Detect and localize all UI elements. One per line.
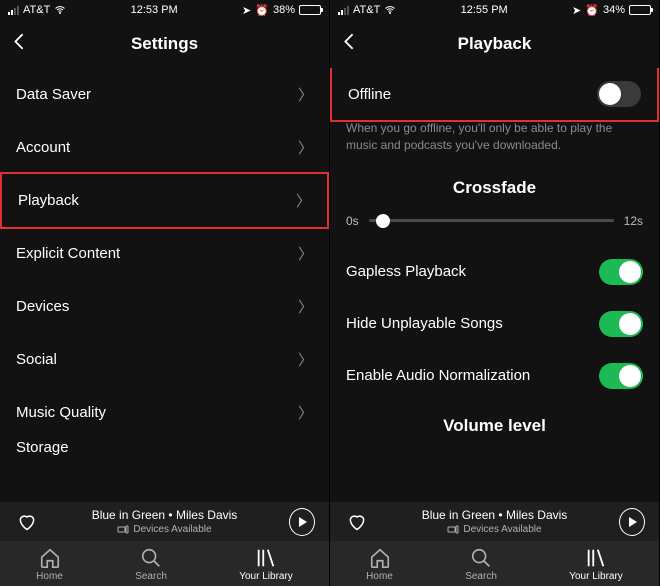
location-icon: ➤ — [572, 4, 581, 17]
offline-help: When you go offline, you'll only be able… — [330, 120, 659, 166]
phone-settings: AT&T 12:53 PM ➤ ⏰ 38% Settings Data Save… — [0, 0, 330, 586]
row-account[interactable]: Account 〉 — [0, 121, 329, 174]
hide-unplayable-toggle[interactable] — [599, 311, 643, 337]
crossfade-slider[interactable] — [369, 219, 614, 222]
now-playing-title: Blue in Green • Miles Davis — [370, 508, 619, 522]
row-explicit-content[interactable]: Explicit Content 〉 — [0, 227, 329, 280]
wifi-icon — [54, 4, 66, 16]
slider-thumb[interactable] — [376, 214, 390, 228]
row-devices[interactable]: Devices 〉 — [0, 280, 329, 333]
page-title: Settings — [131, 34, 198, 54]
status-bar: AT&T 12:53 PM ➤ ⏰ 38% — [0, 0, 329, 20]
now-playing-title: Blue in Green • Miles Davis — [40, 508, 289, 522]
devices-icon — [117, 525, 129, 535]
battery-pct: 34% — [603, 4, 625, 16]
tab-bar: Home Search Your Library — [330, 541, 659, 586]
library-icon — [585, 547, 607, 569]
header: Settings — [0, 20, 329, 68]
page-title: Playback — [458, 34, 532, 54]
playback-settings: Offline When you go offline, you'll only… — [330, 68, 659, 502]
row-playback[interactable]: Playback 〉 — [0, 172, 329, 229]
crossfade-slider-row: 0s 12s — [330, 214, 659, 246]
gapless-toggle[interactable] — [599, 259, 643, 285]
devices-available: Devices Available — [133, 524, 211, 535]
carrier: AT&T — [23, 4, 50, 16]
row-social[interactable]: Social 〉 — [0, 333, 329, 386]
location-icon: ➤ — [242, 4, 251, 17]
tab-library[interactable]: Your Library — [239, 547, 293, 582]
chevron-right-icon: 〉 — [298, 349, 313, 370]
crossfade-title: Crossfade — [330, 166, 659, 214]
phone-playback: AT&T 12:55 PM ➤ ⏰ 34% Playback Offline W… — [330, 0, 660, 586]
home-icon — [369, 547, 391, 569]
chevron-right-icon: 〉 — [296, 190, 311, 211]
search-icon — [470, 547, 492, 569]
normalization-toggle[interactable] — [599, 363, 643, 389]
row-data-saver[interactable]: Data Saver 〉 — [0, 68, 329, 121]
signal-icon — [8, 6, 19, 15]
clock: 12:55 PM — [461, 4, 508, 16]
alarm-icon: ⏰ — [255, 4, 269, 17]
like-button[interactable] — [14, 509, 40, 535]
alarm-icon: ⏰ — [585, 4, 599, 17]
battery-icon — [299, 5, 321, 15]
now-playing-bar[interactable]: Blue in Green • Miles Davis Devices Avai… — [0, 502, 329, 541]
chevron-right-icon: 〉 — [298, 137, 313, 158]
row-offline[interactable]: Offline — [330, 68, 659, 122]
tab-home[interactable]: Home — [366, 547, 393, 582]
devices-available: Devices Available — [463, 524, 541, 535]
crossfade-min: 0s — [346, 214, 359, 228]
search-icon — [140, 547, 162, 569]
row-hide-unplayable[interactable]: Hide Unplayable Songs — [330, 298, 659, 350]
tab-home[interactable]: Home — [36, 547, 63, 582]
offline-toggle[interactable] — [597, 81, 641, 107]
chevron-right-icon: 〉 — [298, 402, 313, 423]
header: Playback — [330, 20, 659, 68]
devices-icon — [447, 525, 459, 535]
battery-pct: 38% — [273, 4, 295, 16]
tab-library[interactable]: Your Library — [569, 547, 623, 582]
row-storage[interactable]: Storage — [0, 439, 329, 456]
carrier: AT&T — [353, 4, 380, 16]
now-playing-bar[interactable]: Blue in Green • Miles Davis Devices Avai… — [330, 502, 659, 541]
row-music-quality[interactable]: Music Quality 〉 — [0, 386, 329, 439]
wifi-icon — [384, 4, 396, 16]
chevron-right-icon: 〉 — [298, 296, 313, 317]
volume-level-title: Volume level — [330, 408, 659, 436]
crossfade-max: 12s — [624, 214, 643, 228]
settings-list: Data Saver 〉 Account 〉 Playback 〉 Explic… — [0, 68, 329, 502]
clock: 12:53 PM — [131, 4, 178, 16]
back-button[interactable] — [12, 33, 26, 56]
chevron-right-icon: 〉 — [298, 84, 313, 105]
row-audio-normalization[interactable]: Enable Audio Normalization — [330, 350, 659, 402]
play-button[interactable] — [289, 509, 315, 535]
tab-search[interactable]: Search — [465, 547, 497, 582]
like-button[interactable] — [344, 509, 370, 535]
play-button[interactable] — [619, 509, 645, 535]
library-icon — [255, 547, 277, 569]
chevron-right-icon: 〉 — [298, 243, 313, 264]
signal-icon — [338, 6, 349, 15]
battery-icon — [629, 5, 651, 15]
tab-search[interactable]: Search — [135, 547, 167, 582]
back-button[interactable] — [342, 33, 356, 56]
row-gapless[interactable]: Gapless Playback — [330, 246, 659, 298]
status-bar: AT&T 12:55 PM ➤ ⏰ 34% — [330, 0, 659, 20]
home-icon — [39, 547, 61, 569]
tab-bar: Home Search Your Library — [0, 541, 329, 586]
